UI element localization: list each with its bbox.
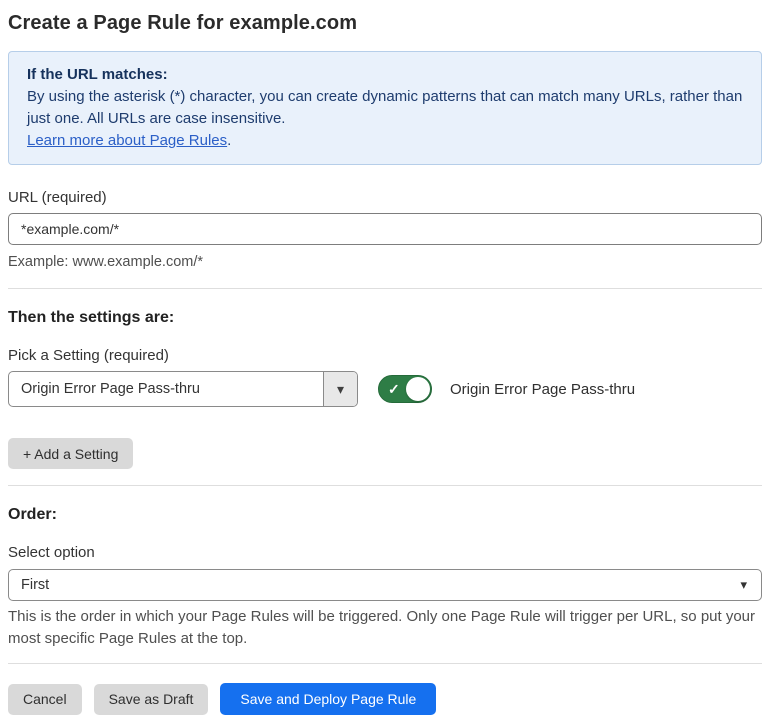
url-label: URL (required) <box>8 189 107 206</box>
page-title: Create a Page Rule for example.com <box>8 12 358 34</box>
setting-dropdown[interactable]: Origin Error Page Pass-thru ▾ <box>8 371 358 407</box>
divider <box>8 288 762 289</box>
divider <box>8 485 762 486</box>
order-select-value: First <box>21 577 50 593</box>
setting-dropdown-value: Origin Error Page Pass-thru <box>21 381 200 397</box>
save-and-deploy-button[interactable]: Save and Deploy Page Rule <box>220 683 437 715</box>
url-input[interactable] <box>8 213 762 245</box>
settings-section-heading: Then the settings are: <box>8 309 175 326</box>
setting-dropdown-arrow-button[interactable]: ▾ <box>323 372 357 406</box>
info-box-body: By using the asterisk (*) character, you… <box>27 88 743 127</box>
setting-row: Origin Error Page Pass-thru ▾ ✓ Origin E… <box>8 371 762 407</box>
url-example-helper: Example: www.example.com/* <box>8 254 204 270</box>
check-icon: ✓ <box>388 381 400 397</box>
add-setting-button[interactable]: + Add a Setting <box>8 438 134 469</box>
toggle-knob <box>406 377 430 401</box>
select-option-label: Select option <box>8 544 95 561</box>
toggle-label: Origin Error Page Pass-thru <box>450 380 636 398</box>
footer-actions: Cancel Save as Draft Save and Deploy Pag… <box>8 683 762 715</box>
url-match-info-box: If the URL matches: By using the asteris… <box>8 51 762 165</box>
chevron-down-icon: ▾ <box>336 380 345 397</box>
info-box-heading: If the URL matches: <box>27 66 168 83</box>
info-box-link-line: Learn more about Page Rules. <box>27 130 743 152</box>
pick-setting-label: Pick a Setting (required) <box>8 347 169 364</box>
order-helper-text: This is the order in which your Page Rul… <box>8 608 756 647</box>
order-section-heading: Order: <box>8 506 57 523</box>
learn-more-link[interactable]: Learn more about Page Rules <box>27 132 227 149</box>
chevron-down-icon: ▾ <box>740 577 747 592</box>
link-suffix: . <box>227 132 232 149</box>
order-select[interactable]: First ▾ <box>8 569 762 601</box>
origin-error-toggle[interactable]: ✓ <box>378 375 432 403</box>
divider <box>8 663 762 664</box>
